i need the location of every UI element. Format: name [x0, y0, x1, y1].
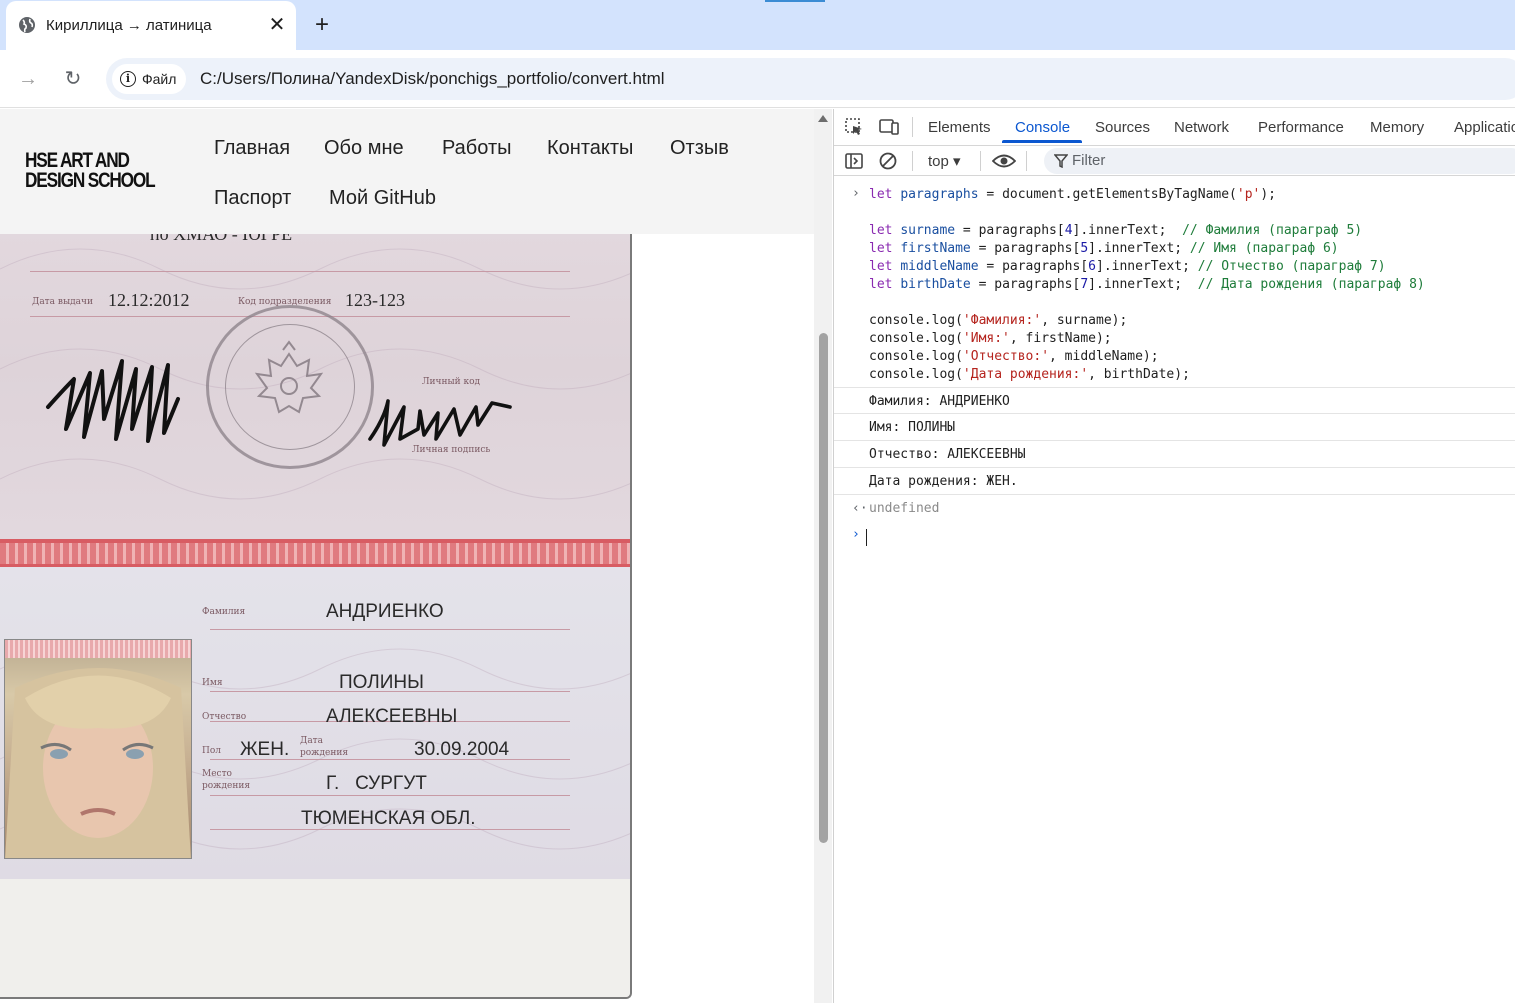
console-input-line: let paragraphs = document.getElementsByT… — [869, 187, 1277, 202]
tab-elements[interactable]: Elements — [928, 119, 991, 136]
filter-icon — [1054, 154, 1068, 168]
return-arrow-icon: ‹· — [852, 501, 868, 516]
surname-value: АНДРИЕНКО — [326, 601, 444, 622]
signature-label: Личная подпись — [412, 445, 491, 455]
name-label: Имя — [202, 678, 223, 688]
tab-sources[interactable]: Sources — [1095, 119, 1150, 136]
birth-place-city: Г. СУРГУТ — [326, 773, 427, 794]
console-input-line: console.log('Фамилия:', surname); — [869, 313, 1128, 328]
issue-date-label: Дата выдачи — [32, 297, 93, 307]
address-bar[interactable]: i Файл C:/Users/Полина/YandexDisk/ponchi… — [106, 58, 1515, 100]
personal-code-label: Личный код — [422, 377, 481, 387]
reload-icon[interactable]: ↻ — [61, 67, 85, 91]
devtools-tabbar: Elements Console Sources Network Perform… — [834, 109, 1515, 146]
console-input-line: console.log('Отчество:', middleName); — [869, 349, 1159, 364]
tab-memory[interactable]: Memory — [1370, 119, 1424, 136]
sex-label: Пол — [202, 746, 221, 756]
division-code: 123-123 — [345, 290, 405, 310]
issue-date: 12.12:2012 — [108, 290, 190, 310]
nav-review[interactable]: Отзыв — [670, 137, 729, 160]
birth-place-region: ТЮМЕНСКАЯ ОБЛ. — [301, 808, 476, 829]
tab-application[interactable]: Applicatio — [1454, 119, 1515, 136]
official-signature — [46, 359, 180, 443]
holder-signature — [368, 399, 512, 447]
console-filter-input[interactable]: Filter — [1044, 148, 1515, 174]
globe-icon — [19, 17, 35, 33]
console-log-row[interactable]: Дата рождения: ЖЕН. — [834, 468, 1515, 495]
birth-date-value: 30.09.2004 — [414, 739, 510, 760]
tab-indicator — [765, 0, 825, 2]
eagle-emblem-icon — [254, 340, 324, 414]
console-input-line: console.log('Имя:', firstName); — [869, 331, 1112, 346]
console-input-line: let surname = paragraphs[4].innerText; /… — [869, 223, 1363, 238]
nav-home[interactable]: Главная — [214, 137, 290, 160]
nav-about[interactable]: Обо мне — [324, 137, 404, 160]
console-input-line: console.log('Дата рождения:', birthDate)… — [869, 367, 1190, 382]
console-log-row[interactable]: Имя: ПОЛИНЫ — [834, 414, 1515, 441]
passport-photo — [4, 639, 192, 859]
nav-contacts[interactable]: Контакты — [547, 137, 633, 160]
passport-image: по ХМАО - ЮГРЕ Дата выдачи 12.12:2012 Ко… — [0, 109, 632, 999]
passport-red-band — [0, 539, 630, 567]
console-toolbar: top ▾ Filter — [834, 146, 1515, 176]
prompt-chevron-icon: › — [852, 527, 860, 542]
console-log-row[interactable]: Отчество: АЛЕКСЕЕВНЫ — [834, 441, 1515, 468]
browser-tab[interactable]: Кириллица → латиница ✕ — [6, 1, 296, 50]
nav-github[interactable]: Мой GitHub — [329, 187, 436, 210]
hse-logo[interactable]: HSE ART AND DESIGN SCHOOL — [25, 150, 156, 191]
new-tab-button[interactable]: + — [310, 12, 334, 38]
official-stamp — [206, 305, 374, 469]
input-chevron-icon: › — [852, 186, 860, 201]
patronymic-value: АЛЕКСЕЕВНЫ — [326, 706, 458, 727]
return-value: undefined — [869, 501, 940, 516]
console-input-line: let middleName = paragraphs[6].innerText… — [869, 259, 1386, 274]
tab-title: Кириллица → латиница — [46, 17, 212, 34]
url-text[interactable]: C:/Users/Полина/YandexDisk/ponchigs_port… — [200, 69, 665, 89]
console-input-line: let firstName = paragraphs[5].innerText;… — [869, 241, 1339, 256]
birth-date-label-2: рождения — [300, 748, 349, 758]
browser-toolbar: → ↻ i Файл C:/Users/Полина/YandexDisk/po… — [0, 50, 1515, 108]
birth-place-label-2: рождения — [202, 781, 251, 791]
info-icon: i — [120, 71, 136, 87]
sex-value: ЖЕН. — [240, 739, 290, 760]
page-scrollbar[interactable] — [814, 109, 832, 1003]
page-viewport: по ХМАО - ЮГРЕ Дата выдачи 12.12:2012 Ко… — [0, 109, 832, 1003]
tab-performance[interactable]: Performance — [1258, 119, 1344, 136]
context-selector[interactable]: top ▾ — [928, 152, 961, 170]
site-info-chip[interactable]: i Файл — [112, 64, 187, 94]
tab-network[interactable]: Network — [1174, 119, 1229, 136]
clear-console-icon[interactable] — [878, 151, 898, 171]
console-log-row[interactable]: Фамилия: АНДРИЕНКО — [834, 387, 1515, 414]
close-tab-icon[interactable]: ✕ — [267, 14, 287, 36]
devtools-panel: Elements Console Sources Network Perform… — [833, 109, 1515, 1003]
device-toolbar-icon[interactable] — [879, 117, 899, 137]
birth-place-label-1: Место — [202, 769, 232, 779]
surname-label: Фамилия — [202, 607, 246, 617]
page-scroll-thumb[interactable] — [819, 333, 828, 843]
forward-arrow-icon[interactable]: → — [16, 67, 40, 91]
tab-console[interactable]: Console — [1015, 119, 1070, 136]
birth-date-label-1: Дата — [300, 736, 324, 746]
console-input-line: let birthDate = paragraphs[7].innerText;… — [869, 277, 1425, 292]
sidebar-toggle-icon[interactable] — [844, 151, 864, 171]
scroll-up-arrow-icon[interactable] — [818, 115, 828, 122]
name-value: ПОЛИНЫ — [339, 672, 424, 693]
tab-strip: Кириллица → латиница ✕ + — [0, 0, 1515, 50]
nav-works[interactable]: Работы — [442, 137, 511, 160]
site-info-label: Файл — [142, 71, 177, 87]
active-tab-indicator — [1002, 140, 1082, 143]
console-prompt-input[interactable] — [866, 529, 867, 546]
site-header: HSE ART AND DESIGN SCHOOL Главная Обо мн… — [0, 109, 814, 234]
patronymic-label: Отчество — [202, 712, 247, 722]
nav-passport[interactable]: Паспорт — [214, 187, 291, 210]
console-output: › let paragraphs = document.getElementsB… — [834, 177, 1515, 1003]
eye-icon[interactable] — [992, 151, 1016, 171]
inspect-element-icon[interactable] — [844, 117, 864, 137]
